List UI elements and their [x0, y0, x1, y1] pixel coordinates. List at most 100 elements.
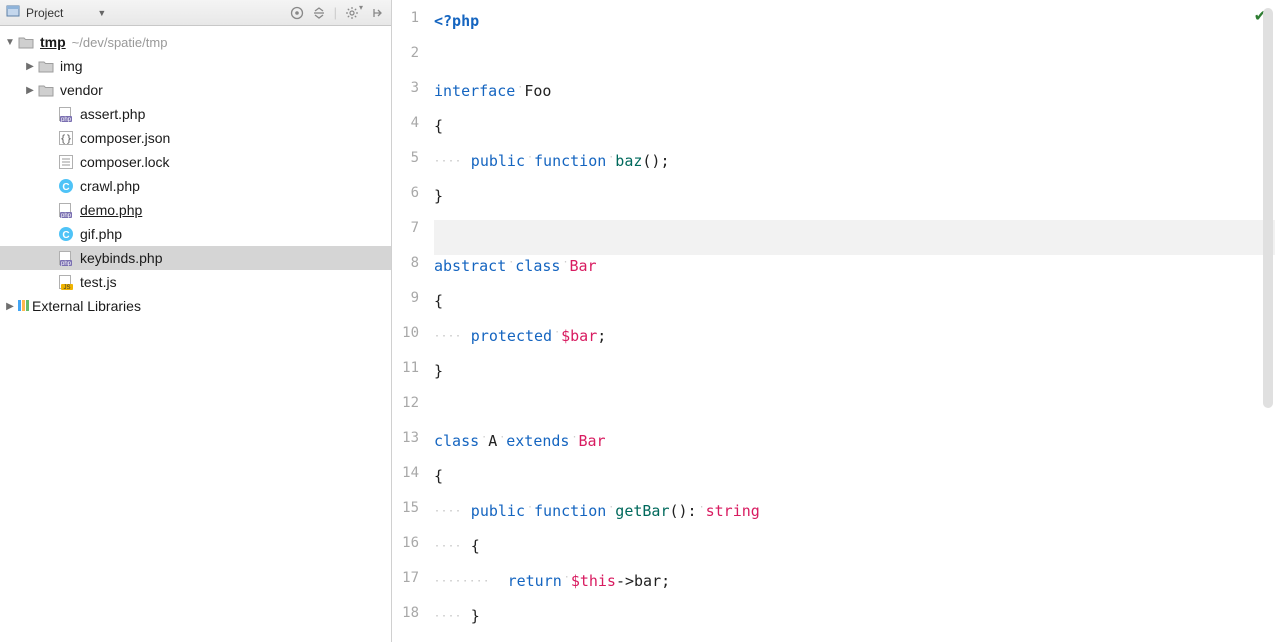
code-line[interactable]: <?php — [434, 10, 1275, 45]
tree-item-composer-json[interactable]: {} composer.json — [0, 126, 391, 150]
code-line[interactable]: ····public ·function ·getBar(): ·string — [434, 500, 1275, 535]
gutter-line-number: 14 — [392, 465, 433, 500]
target-icon[interactable] — [290, 6, 304, 20]
tree-item-composer-lock[interactable]: composer.lock — [0, 150, 391, 174]
php-icon: php — [58, 250, 74, 266]
tree-item-label: demo.php — [80, 202, 142, 218]
gutter-line-number: 13 — [392, 430, 433, 465]
svg-text:JS: JS — [63, 285, 70, 290]
json-icon: {} — [58, 130, 74, 146]
code-line[interactable]: ····protected ·$bar; — [434, 325, 1275, 360]
code-line[interactable]: } — [434, 185, 1275, 220]
code-line[interactable] — [434, 395, 1275, 430]
project-sidebar: Project ▼ | ▾ ▼ tmp ~/dev/spatie/tmp ▶ img ▶ v… — [0, 0, 392, 642]
code-line[interactable]: } — [434, 360, 1275, 395]
gutter-line-number: 1 — [392, 10, 433, 45]
code-line[interactable] — [434, 220, 1275, 255]
project-icon — [6, 4, 20, 21]
folder-icon — [38, 58, 54, 74]
svg-text:php: php — [61, 261, 72, 266]
tree-item-label: gif.php — [80, 226, 122, 242]
js-icon: JS — [58, 274, 74, 290]
gutter-line-number: 7 — [392, 220, 433, 255]
lock-icon — [58, 154, 74, 170]
code-line[interactable]: interface ·Foo — [434, 80, 1275, 115]
svg-text:C: C — [62, 182, 69, 193]
code-line[interactable]: abstract ·class ·Bar — [434, 255, 1275, 290]
c-icon: C — [58, 226, 74, 242]
chevron-down-icon: ▼ — [97, 8, 106, 18]
php-icon: php — [58, 106, 74, 122]
expand-icon[interactable]: ▶ — [24, 85, 36, 96]
library-icon — [16, 298, 32, 315]
code-line[interactable]: ····{ — [434, 535, 1275, 570]
sidebar-toolbar: | ▾ — [290, 5, 385, 20]
hide-icon[interactable] — [371, 6, 385, 20]
code-line[interactable]: { — [434, 290, 1275, 325]
gutter-line-number: 5 — [392, 150, 433, 185]
gutter-line-number: 8 — [392, 255, 433, 290]
external-libraries[interactable]: ▶ External Libraries — [0, 294, 391, 318]
code-editor: 123456789101112131415161718 <?phpinterfa… — [392, 0, 1275, 642]
expand-icon[interactable]: ▶ — [4, 301, 16, 312]
code-line[interactable]: ····} — [434, 605, 1275, 640]
expand-icon[interactable]: ▶ — [24, 61, 36, 72]
gutter-line-number: 6 — [392, 185, 433, 220]
tree-item-label: composer.lock — [80, 154, 169, 170]
tree-item-keybinds-php[interactable]: php keybinds.php — [0, 246, 391, 270]
tree-item-label: vendor — [60, 82, 103, 98]
tree-item-label: keybinds.php — [80, 250, 163, 266]
code-line[interactable]: { — [434, 115, 1275, 150]
gutter-line-number: 2 — [392, 45, 433, 80]
project-view-selector[interactable]: Project ▼ — [6, 4, 106, 21]
gutter-line-number: 18 — [392, 605, 433, 640]
svg-text:{}: {} — [60, 134, 72, 145]
code-line[interactable] — [434, 45, 1275, 80]
divider: | — [334, 5, 337, 20]
gutter: 123456789101112131415161718 — [392, 0, 434, 642]
code-area[interactable]: <?phpinterface ·Foo{····public ·function… — [434, 0, 1275, 642]
tree-root-path: ~/dev/spatie/tmp — [72, 35, 168, 50]
tree-item-vendor[interactable]: ▶ vendor — [0, 78, 391, 102]
folder-icon — [38, 82, 54, 98]
tree-item-crawl-php[interactable]: Ccrawl.php — [0, 174, 391, 198]
gutter-line-number: 10 — [392, 325, 433, 360]
tree-item-label: test.js — [80, 274, 117, 290]
expand-icon[interactable]: ▼ — [4, 37, 16, 48]
gutter-line-number: 11 — [392, 360, 433, 395]
svg-text:C: C — [62, 230, 69, 241]
tree-item-gif-php[interactable]: Cgif.php — [0, 222, 391, 246]
gutter-line-number: 17 — [392, 570, 433, 605]
code-line[interactable]: ········return ·$this->bar; — [434, 570, 1275, 605]
tree-item-img[interactable]: ▶ img — [0, 54, 391, 78]
sidebar-header: Project ▼ | ▾ — [0, 0, 391, 26]
code-line[interactable]: class ·A ·extends ·Bar — [434, 430, 1275, 465]
scrollbar-thumb[interactable] — [1263, 8, 1273, 408]
gear-icon[interactable]: ▾ — [345, 6, 363, 20]
folder-icon — [18, 34, 34, 50]
tree-item-label: img — [60, 58, 83, 74]
tree-root[interactable]: ▼ tmp ~/dev/spatie/tmp — [0, 30, 391, 54]
project-tree: ▼ tmp ~/dev/spatie/tmp ▶ img ▶ vendor php assert… — [0, 26, 391, 642]
project-view-label: Project — [26, 6, 63, 20]
gutter-line-number: 16 — [392, 535, 433, 570]
tree-item-test-js[interactable]: JS test.js — [0, 270, 391, 294]
svg-text:php: php — [61, 117, 72, 122]
tree-item-label: crawl.php — [80, 178, 140, 194]
tree-item-demo-php[interactable]: php demo.php — [0, 198, 391, 222]
code-line[interactable]: ····public ·function ·baz(); — [434, 150, 1275, 185]
gutter-line-number: 4 — [392, 115, 433, 150]
c-icon: C — [58, 178, 74, 194]
gutter-line-number: 9 — [392, 290, 433, 325]
gutter-line-number: 3 — [392, 80, 433, 115]
php-icon: php — [58, 202, 74, 218]
external-libraries-label: External Libraries — [32, 298, 141, 314]
tree-item-label: assert.php — [80, 106, 145, 122]
tree-item-label: composer.json — [80, 130, 170, 146]
tree-item-assert-php[interactable]: php assert.php — [0, 102, 391, 126]
gutter-line-number: 15 — [392, 500, 433, 535]
tree-root-name: tmp — [40, 34, 66, 50]
code-line[interactable]: { — [434, 465, 1275, 500]
gutter-line-number: 12 — [392, 395, 433, 430]
collapse-icon[interactable] — [312, 6, 326, 20]
